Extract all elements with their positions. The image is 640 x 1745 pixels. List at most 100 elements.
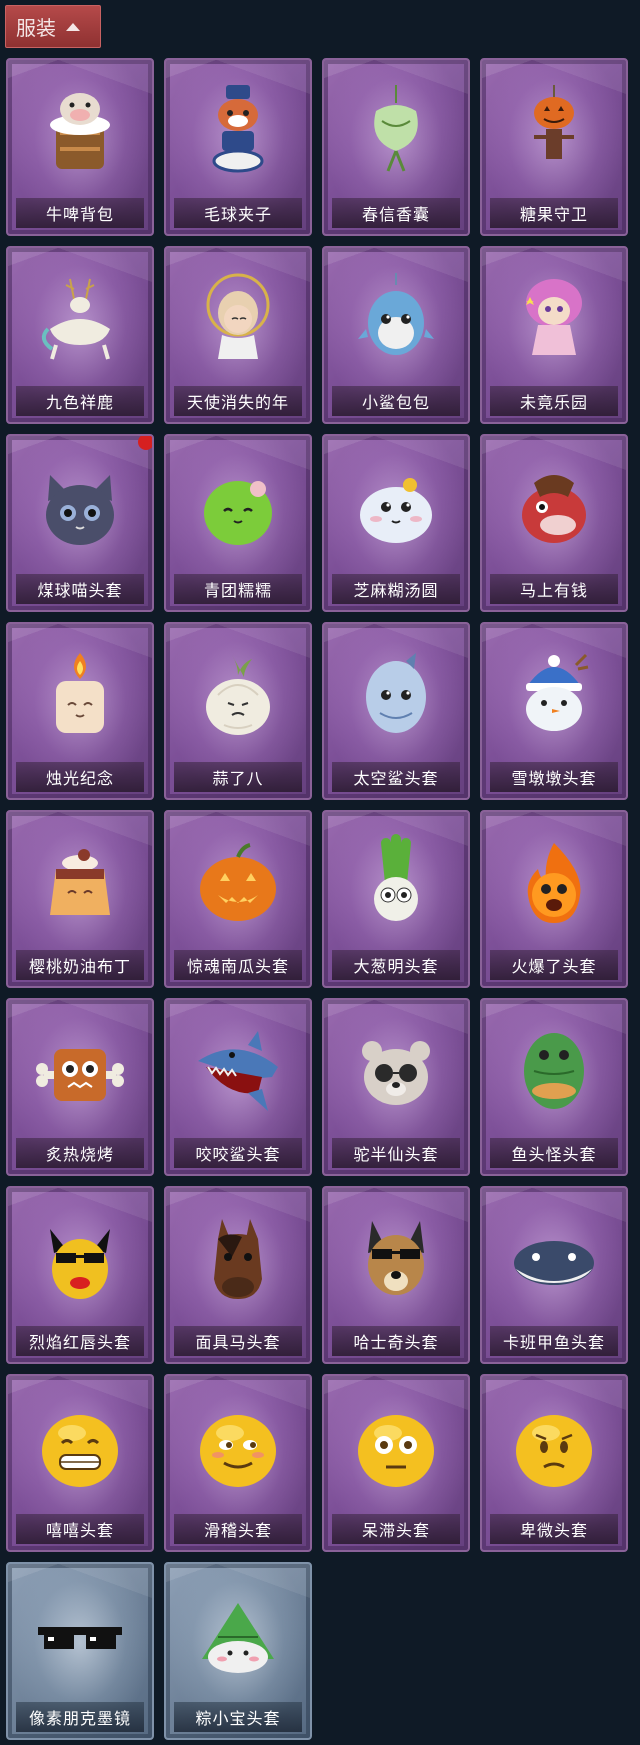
yellow-mask-red-lips-icon	[22, 1200, 138, 1318]
black-cat-head-icon	[22, 448, 138, 566]
cow-beer-backpack-icon	[22, 72, 138, 190]
costume-card[interactable]: 烛光纪念	[6, 622, 154, 800]
red-horse-icon	[496, 448, 612, 566]
panda-bear-head-icon	[338, 1012, 454, 1130]
smirk-emoji-icon	[180, 1388, 296, 1506]
costume-label: 小鲨包包	[332, 386, 460, 416]
costume-card[interactable]: 大葱明头套	[322, 810, 470, 988]
costume-label: 青团糯糯	[174, 574, 302, 604]
costume-card[interactable]: 牛啤背包	[6, 58, 154, 236]
dazed-emoji-icon	[338, 1388, 454, 1506]
chevron-up-icon	[66, 22, 80, 31]
costume-card[interactable]: 蒜了八	[164, 622, 312, 800]
costume-label: 嘻嘻头套	[16, 1514, 144, 1544]
costume-label: 太空鲨头套	[332, 762, 460, 792]
costume-label: 滑稽头套	[174, 1514, 302, 1544]
costume-label: 鱼头怪头套	[490, 1138, 618, 1168]
costume-card[interactable]: 芝麻糊汤圆	[322, 434, 470, 612]
costume-card[interactable]: 煤球喵头套	[6, 434, 154, 612]
pudding-icon	[22, 824, 138, 942]
costume-card[interactable]: 烈焰红唇头套	[6, 1186, 154, 1364]
angel-girl-icon	[180, 260, 296, 378]
costume-label: 大葱明头套	[332, 950, 460, 980]
nine-color-deer-icon	[22, 260, 138, 378]
costume-card[interactable]: 炙热烧烤	[6, 998, 154, 1176]
costume-label: 春信香囊	[332, 198, 460, 228]
biting-shark-head-icon	[180, 1012, 296, 1130]
costume-card[interactable]: 毛球夹子	[164, 58, 312, 236]
rice-dumpling-icon	[338, 448, 454, 566]
costume-label: 烛光纪念	[16, 762, 144, 792]
blue-shark-bag-icon	[338, 260, 454, 378]
costume-collapse-button[interactable]: 服装	[5, 5, 101, 48]
costume-label: 芝麻糊汤圆	[332, 574, 460, 604]
costume-card[interactable]: 驼半仙头套	[322, 998, 470, 1176]
costume-card[interactable]: 太空鲨头套	[322, 622, 470, 800]
candle-icon	[22, 636, 138, 754]
bbq-meat-icon	[22, 1012, 138, 1130]
raccoon-drummer-icon	[180, 72, 296, 190]
pumpkin-guard-icon	[496, 72, 612, 190]
costume-card[interactable]: 呆滞头套	[322, 1374, 470, 1552]
header-label: 服装	[16, 16, 56, 40]
costume-label: 像素朋克墨镜	[16, 1702, 144, 1732]
fish-monster-head-icon	[496, 1012, 612, 1130]
costume-label: 火爆了头套	[490, 950, 618, 980]
costume-card[interactable]: 九色祥鹿	[6, 246, 154, 424]
humble-emoji-icon	[496, 1388, 612, 1506]
costume-card[interactable]: 春信香囊	[322, 58, 470, 236]
pink-hair-girl-icon	[496, 260, 612, 378]
costume-card[interactable]: 粽小宝头套	[164, 1562, 312, 1740]
costume-label: 卡班甲鱼头套	[490, 1326, 618, 1356]
husky-head-icon	[338, 1200, 454, 1318]
costume-card[interactable]: 火爆了头套	[480, 810, 628, 988]
costume-label: 呆滞头套	[332, 1514, 460, 1544]
costume-card[interactable]: 像素朋克墨镜	[6, 1562, 154, 1740]
costume-label: 九色祥鹿	[16, 386, 144, 416]
garlic-icon	[180, 636, 296, 754]
costume-card[interactable]: 卡班甲鱼头套	[480, 1186, 628, 1364]
costume-label: 卑微头套	[490, 1514, 618, 1544]
costume-card[interactable]: 鱼头怪头套	[480, 998, 628, 1176]
costume-label: 天使消失的年	[174, 386, 302, 416]
costume-label: 糖果守卫	[490, 198, 618, 228]
costume-card[interactable]: 天使消失的年	[164, 246, 312, 424]
costume-label: 蒜了八	[174, 762, 302, 792]
costume-label: 毛球夹子	[174, 198, 302, 228]
zongzi-head-icon	[180, 1576, 296, 1694]
costume-card[interactable]: 滑稽头套	[164, 1374, 312, 1552]
costume-label: 马上有钱	[490, 574, 618, 604]
costume-label: 雪墩墩头套	[490, 762, 618, 792]
costume-label: 炙热烧烤	[16, 1138, 144, 1168]
costume-label: 牛啤背包	[16, 198, 144, 228]
costume-label: 惊魂南瓜头套	[174, 950, 302, 980]
costume-card[interactable]: 未竟乐园	[480, 246, 628, 424]
costume-card[interactable]: 卑微头套	[480, 1374, 628, 1552]
costume-card[interactable]: 青团糯糯	[164, 434, 312, 612]
fire-head-icon	[496, 824, 612, 942]
costume-card[interactable]: 小鲨包包	[322, 246, 470, 424]
green-sachet-icon	[338, 72, 454, 190]
costume-card[interactable]: 惊魂南瓜头套	[164, 810, 312, 988]
costume-card[interactable]: 马上有钱	[480, 434, 628, 612]
costume-label: 烈焰红唇头套	[16, 1326, 144, 1356]
costume-card[interactable]: 哈士奇头套	[322, 1186, 470, 1364]
costume-label: 樱桃奶油布丁	[16, 950, 144, 980]
grinning-emoji-icon	[22, 1388, 138, 1506]
costume-card[interactable]: 雪墩墩头套	[480, 622, 628, 800]
costume-label: 煤球喵头套	[16, 574, 144, 604]
costume-label: 未竟乐园	[490, 386, 618, 416]
costume-card[interactable]: 糖果守卫	[480, 58, 628, 236]
costume-card[interactable]: 嘻嘻头套	[6, 1374, 154, 1552]
new-badge-dot	[138, 436, 152, 450]
costume-label: 面具马头套	[174, 1326, 302, 1356]
costume-card[interactable]: 面具马头套	[164, 1186, 312, 1364]
horse-mask-icon	[180, 1200, 296, 1318]
costume-label: 咬咬鲨头套	[174, 1138, 302, 1168]
pixel-sunglasses-icon	[22, 1576, 138, 1694]
costume-label: 粽小宝头套	[174, 1702, 302, 1732]
green-rice-ball-icon	[180, 448, 296, 566]
costume-card[interactable]: 咬咬鲨头套	[164, 998, 312, 1176]
costume-card[interactable]: 樱桃奶油布丁	[6, 810, 154, 988]
scallion-head-icon	[338, 824, 454, 942]
